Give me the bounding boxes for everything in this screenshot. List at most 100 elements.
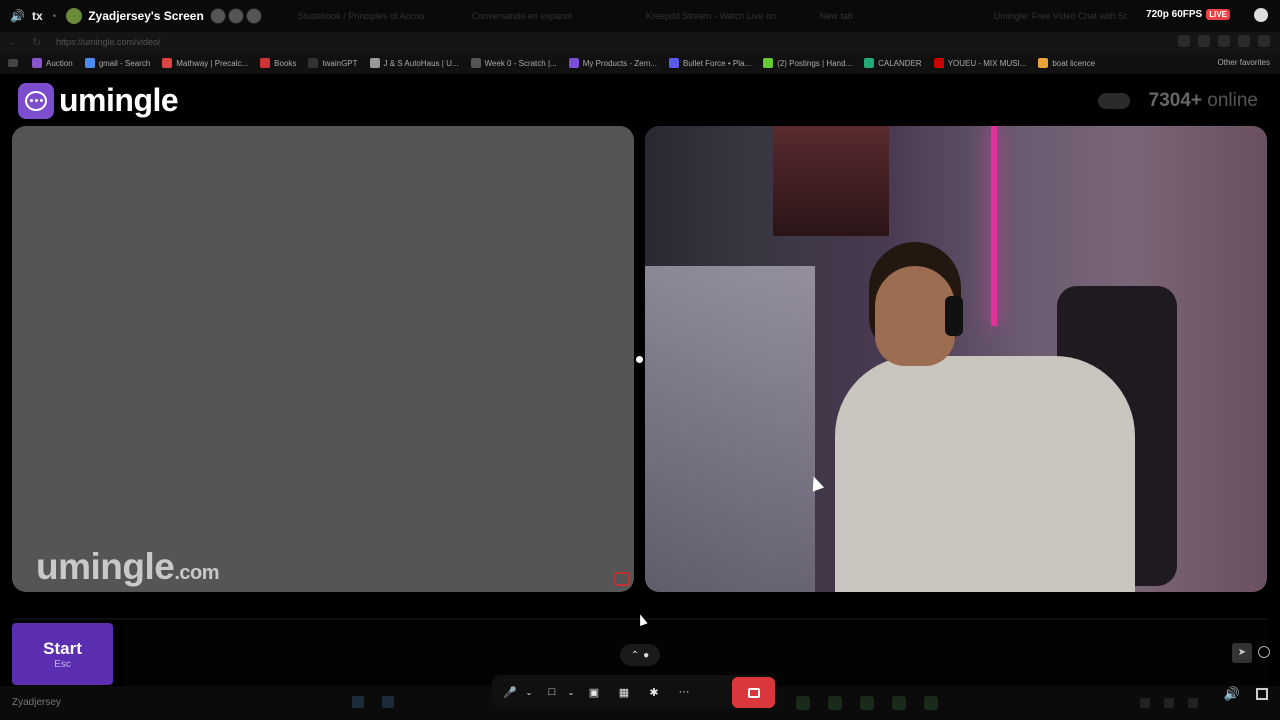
more-options-icon[interactable]: ··· (672, 680, 696, 704)
bookmark[interactable]: (2) Postings | Hand... (763, 58, 852, 68)
streamer-name: Zyadjersey (12, 697, 61, 708)
online-label: online (1207, 90, 1258, 111)
bookmark[interactable]: Auction (32, 58, 73, 68)
soundboard-icon[interactable]: ✱ (642, 680, 666, 704)
bookmark-label: My Products - Zem... (582, 58, 657, 68)
channel-label: tx (32, 9, 43, 23)
bookmark-label: boat licence (1052, 58, 1096, 68)
self-video-panel (645, 126, 1267, 592)
activities-icon[interactable]: ▦ (612, 680, 636, 704)
bookmark-label: Week 0 - Scratch |... (484, 58, 557, 68)
send-icon[interactable]: ➤ (1232, 643, 1252, 663)
browser-actions (1178, 35, 1270, 47)
browser-tab[interactable]: New tab (806, 11, 980, 21)
watermark-suffix: .com (174, 562, 220, 584)
separator-dot: • (52, 10, 57, 22)
volume-icon[interactable]: 🔊 (10, 9, 25, 23)
browser-tab[interactable]: Umingle: Free Video Chat with St (980, 11, 1154, 21)
head (875, 266, 955, 366)
address-bar: ← ↻ https://umingle.com/video/ (0, 32, 1280, 52)
bookmark[interactable]: YOUEU - MIX MUSI... (933, 58, 1026, 68)
tray-icon[interactable] (1164, 698, 1174, 708)
reload-icon[interactable]: ↻ (32, 36, 48, 49)
tray-icon[interactable] (1188, 698, 1198, 708)
extension-icon[interactable] (1178, 35, 1190, 47)
camera-options-chevron-icon[interactable]: ⌄ (566, 680, 576, 704)
other-favorites[interactable]: Other favorites (1218, 58, 1270, 67)
collections-icon[interactable] (1218, 35, 1230, 47)
start-button[interactable]: Start Esc (12, 623, 113, 685)
app-icon[interactable] (860, 696, 874, 710)
back-icon[interactable]: ← (8, 36, 24, 48)
bookmark-favicon (84, 58, 95, 68)
bookmark-label: Books (274, 58, 297, 68)
mic-options-chevron-icon[interactable]: ⌄ (524, 680, 534, 704)
browser-tab[interactable]: Conversando en espanol (458, 11, 632, 21)
app-icon[interactable] (828, 696, 842, 710)
report-flag-icon[interactable] (614, 572, 630, 586)
chat-icon[interactable] (1254, 8, 1268, 22)
bookmark-favicon (369, 58, 380, 68)
bookmark-favicon (1038, 58, 1049, 68)
bookmark[interactable]: J & S AutoHaus | U... (369, 58, 459, 68)
zoom-icon[interactable] (1258, 646, 1270, 658)
microphone-icon[interactable]: 🎤 (498, 680, 522, 704)
bookmark[interactable]: Books (260, 58, 296, 68)
search-icon[interactable] (382, 696, 394, 708)
stream-volume-icon[interactable]: 🔊 (1224, 686, 1240, 702)
online-count: 7304+ (1148, 90, 1202, 111)
url-field[interactable]: https://umingle.com/video/ (56, 37, 161, 47)
windows-icon[interactable] (352, 696, 364, 708)
taskbar-start (352, 696, 394, 708)
quality-label: 720p 60FPS (1146, 9, 1203, 20)
camera-off-icon[interactable]: □ (540, 680, 564, 704)
bookmark-favicon (308, 58, 319, 68)
people-icon: ● (643, 649, 650, 661)
bookmark[interactable]: Bullet Force • Pla... (668, 58, 752, 68)
bookmark[interactable]: twainGPT (308, 58, 358, 68)
system-tray (1140, 698, 1198, 708)
browser-tab[interactable]: Studebook / Principles of Accou (284, 11, 458, 21)
disconnect-button[interactable] (732, 677, 775, 708)
bookmark[interactable]: Week 0 - Scratch |... (470, 58, 557, 68)
tray-icon[interactable] (1140, 698, 1150, 708)
panel-resize-handle[interactable] (636, 356, 643, 363)
bookmark-favicon (933, 58, 944, 68)
bookmark-favicon (864, 58, 875, 68)
brand-name: umingle (59, 82, 179, 118)
app-icon[interactable] (796, 696, 810, 710)
bookmark[interactable]: Mathway | Precalc... (162, 58, 248, 68)
expand-participants[interactable]: ⌃ ● (620, 644, 660, 666)
app-icon[interactable] (892, 696, 906, 710)
bookmark[interactable]: CALANDER (864, 58, 922, 68)
bookmark[interactable]: boat licence (1038, 58, 1095, 68)
viewer-avatars[interactable] (209, 8, 264, 24)
hoodie (835, 356, 1135, 592)
partner-video-panel: umingle.com (12, 126, 634, 592)
app-icon[interactable] (924, 696, 938, 710)
bookmark-favicon (162, 58, 173, 68)
stream-header: 🔊 tx • Zyadjersey's Screen Studebook / P… (0, 0, 1280, 32)
person (835, 246, 1135, 592)
bookmark[interactable]: gmail - Search (84, 58, 150, 68)
stream-quality[interactable]: 720p 60FPS LIVE (1146, 9, 1230, 20)
stream-title: Zyadjersey's Screen (88, 9, 204, 23)
wall-poster (773, 126, 889, 236)
bookmark-label: CALANDER (878, 58, 922, 68)
start-label: Start (43, 638, 82, 658)
bookmark-label: Mathway | Precalc... (176, 58, 249, 68)
bookmark[interactable]: My Products - Zem... (568, 58, 657, 68)
site-watermark: umingle.com (36, 546, 220, 588)
bookmark-label: Bullet Force • Pla... (682, 58, 752, 68)
profile-icon[interactable] (1238, 35, 1250, 47)
online-toggle[interactable] (1098, 93, 1130, 109)
screen-share-icon[interactable]: ▣ (582, 680, 606, 704)
menu-icon[interactable] (1258, 35, 1270, 47)
tab-actions-icon[interactable] (8, 59, 18, 67)
browser-tab[interactable]: Kreepdd Stream - Watch Live on (632, 11, 806, 21)
chevron-up-icon: ⌃ (630, 649, 640, 661)
site-logo[interactable]: umingle (18, 82, 179, 119)
favorite-star-icon[interactable] (1198, 35, 1210, 47)
fullscreen-icon[interactable] (1256, 688, 1268, 700)
bookmark-favicon (568, 58, 579, 68)
